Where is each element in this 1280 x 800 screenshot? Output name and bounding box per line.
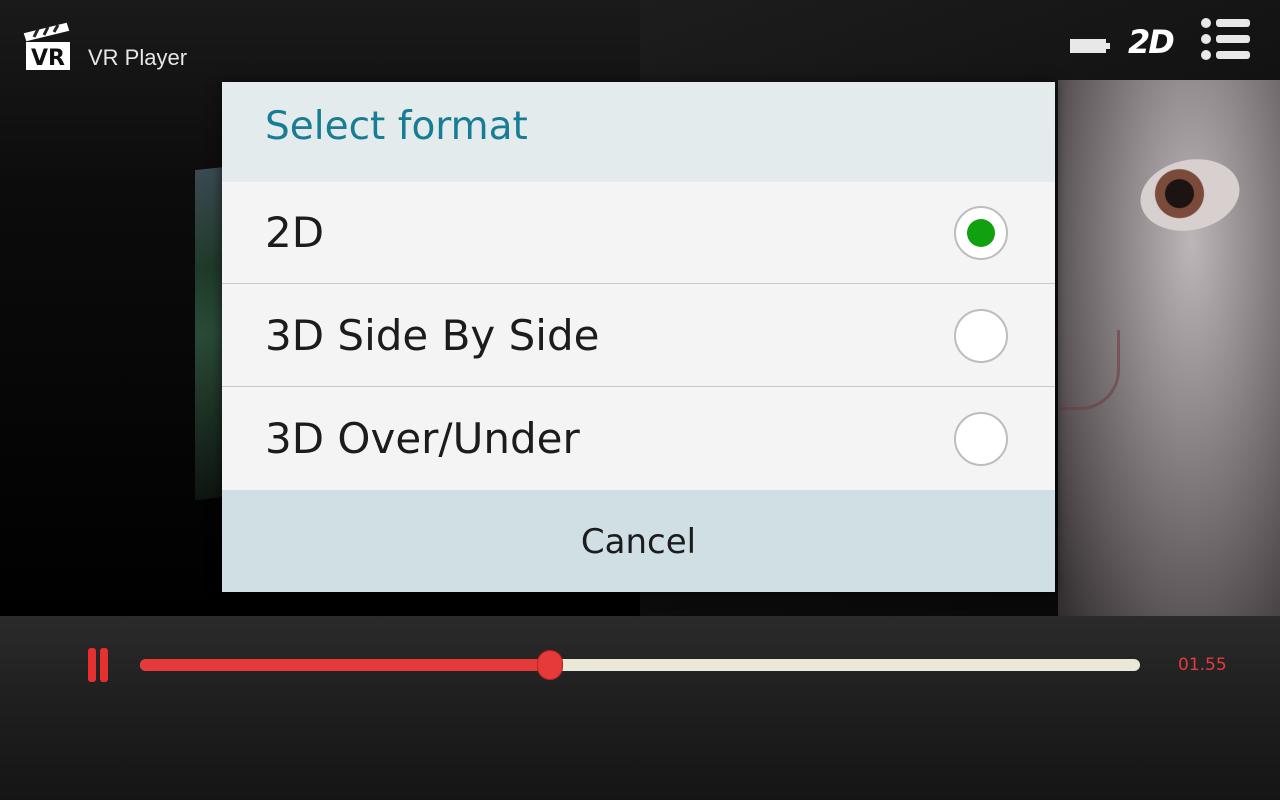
list-menu-icon[interactable]: [1200, 16, 1252, 62]
top-bar: VR VR Player 2D: [0, 0, 1280, 86]
format-option-label: 3D Over/Under: [265, 414, 580, 463]
select-format-dialog: Select format 2D 3D Side By Side 3D Over…: [222, 82, 1055, 592]
cancel-button[interactable]: Cancel: [222, 490, 1055, 592]
radio-selected-dot: [967, 219, 995, 247]
radio-button[interactable]: [954, 412, 1008, 466]
seek-bar[interactable]: [140, 650, 1140, 680]
app-logo-text: VR: [31, 46, 65, 71]
seek-bar-progress: [140, 659, 550, 671]
pause-icon[interactable]: [86, 648, 112, 682]
battery-icon: [1070, 38, 1110, 54]
mode-2d-button[interactable]: 2D: [1128, 22, 1180, 62]
app-title: VR Player: [88, 45, 188, 70]
time-remaining-label: 01.55: [1178, 655, 1227, 675]
format-option-label: 2D: [265, 208, 325, 257]
format-option-3d-side-by-side[interactable]: 3D Side By Side: [222, 285, 1055, 387]
vr-clapperboard-icon: VR: [22, 20, 72, 72]
seek-bar-thumb[interactable]: [537, 650, 563, 680]
format-option-label: 3D Side By Side: [265, 311, 600, 360]
playback-controls: 01.55: [0, 616, 1280, 800]
radio-button[interactable]: [954, 309, 1008, 363]
format-option-3d-over-under[interactable]: 3D Over/Under: [222, 388, 1055, 490]
radio-button-selected[interactable]: [954, 206, 1008, 260]
dialog-header: Select format: [222, 82, 1055, 182]
format-option-2d[interactable]: 2D: [222, 182, 1055, 284]
cancel-button-label: Cancel: [580, 522, 697, 562]
dialog-title: Select format: [265, 104, 528, 149]
